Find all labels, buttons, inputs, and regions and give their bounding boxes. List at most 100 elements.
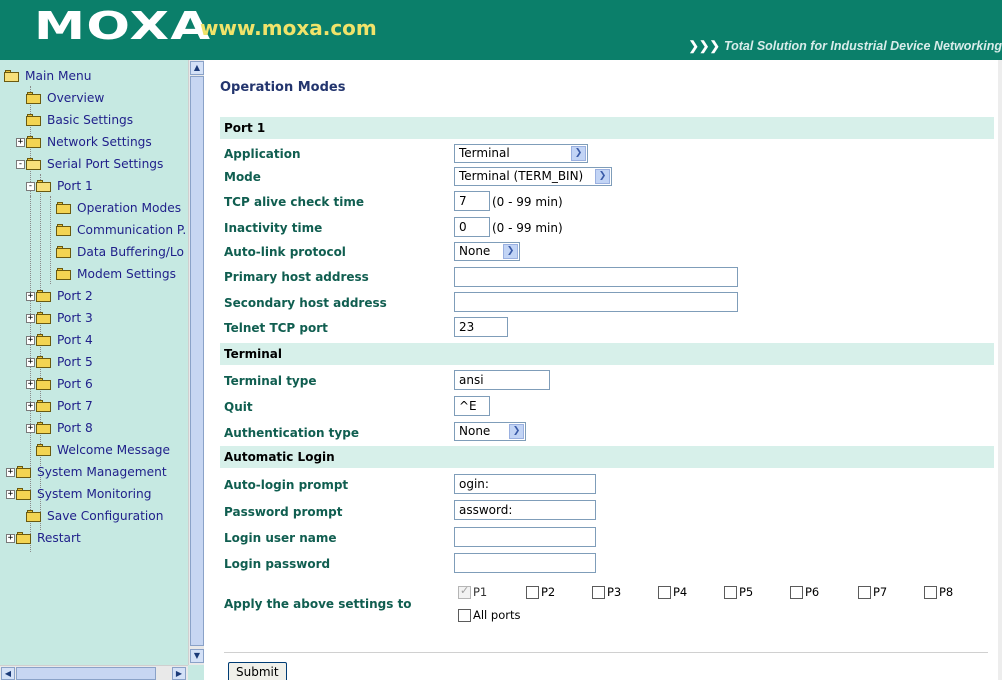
tree-item-label: Port 5 <box>57 355 93 369</box>
expand-plus-icon[interactable]: + <box>26 291 35 301</box>
checkbox-icon[interactable] <box>724 585 737 599</box>
folder-icon <box>56 202 72 214</box>
port-checkbox-p3[interactable]: P3 <box>592 585 621 599</box>
checkbox-icon[interactable] <box>858 585 871 599</box>
tree-item-modem-settings[interactable]: Modem Settings <box>56 264 176 284</box>
tree-item-port-6[interactable]: + Port 6 <box>26 374 93 394</box>
port-checkbox-p7[interactable]: P7 <box>858 585 887 599</box>
section-header-port-1: Port 1 <box>220 117 994 139</box>
inactivity-time-input[interactable]: 0 <box>454 217 490 237</box>
tree-item-restart[interactable]: + Restart <box>6 528 81 548</box>
tree-item-port-5[interactable]: + Port 5 <box>26 352 93 372</box>
expand-plus-icon[interactable]: + <box>6 533 15 543</box>
scrollbar-thumb[interactable] <box>16 667 156 680</box>
mode-select[interactable]: Terminal (TERM_BIN) ❯ <box>454 167 612 186</box>
tree-item-basic-settings[interactable]: Basic Settings <box>26 110 133 130</box>
auto-login-prompt-input[interactable]: ogin: <box>454 474 596 494</box>
tree-item-system-monitoring[interactable]: + System Monitoring <box>6 484 152 504</box>
primary-host-input[interactable] <box>454 267 738 287</box>
expand-plus-icon[interactable]: + <box>26 357 35 367</box>
scroll-right-icon[interactable]: ▶ <box>172 667 186 680</box>
port-checkbox-p1[interactable]: P1 <box>458 584 487 599</box>
primary-host-label: Primary host address <box>224 270 369 284</box>
folder-icon <box>16 532 32 544</box>
tree-item-port-8[interactable]: + Port 8 <box>26 418 93 438</box>
login-password-input[interactable] <box>454 553 596 573</box>
collapse-minus-icon[interactable]: - <box>16 159 25 169</box>
checkbox-icon[interactable] <box>526 585 539 599</box>
expand-plus-icon[interactable]: + <box>26 401 35 411</box>
expand-plus-icon[interactable]: + <box>26 379 35 389</box>
submit-button[interactable]: Submit <box>228 662 287 680</box>
form-divider <box>224 652 988 653</box>
tree-item-main-menu[interactable]: Main Menu <box>4 66 91 86</box>
main-vertical-scrollbar[interactable] <box>998 60 1002 680</box>
terminal-type-input[interactable]: ansi <box>454 370 550 390</box>
application-value: Terminal <box>459 146 510 160</box>
auto-link-select[interactable]: None ❯ <box>454 242 520 261</box>
authentication-type-select[interactable]: None ❯ <box>454 422 526 441</box>
chevron-down-icon: ❯ <box>503 244 518 259</box>
checkbox-icon[interactable] <box>924 585 937 599</box>
inactivity-time-hint: (0 - 99 min) <box>492 221 563 235</box>
checkbox-icon[interactable] <box>790 585 803 599</box>
scroll-up-icon[interactable]: ▲ <box>190 61 204 75</box>
folder-icon <box>56 224 72 236</box>
tree-item-serial-port-settings[interactable]: - Serial Port Settings <box>16 154 163 174</box>
application-select[interactable]: Terminal ❯ <box>454 144 588 163</box>
login-user-name-input[interactable] <box>454 527 596 547</box>
folder-icon <box>56 268 72 280</box>
checkbox-checked-icon[interactable] <box>458 584 471 599</box>
tree-item-label: Restart <box>37 531 81 545</box>
tree-item-network-settings[interactable]: + Network Settings <box>16 132 152 152</box>
expand-plus-icon[interactable]: + <box>26 313 35 323</box>
tree-item-system-management[interactable]: + System Management <box>6 462 167 482</box>
collapse-minus-icon[interactable]: - <box>26 181 35 191</box>
tree-vertical-scrollbar[interactable]: ▲ ▼ <box>188 60 204 665</box>
scrollbar-thumb[interactable] <box>190 76 204 646</box>
inactivity-time-label: Inactivity time <box>224 221 323 235</box>
expand-plus-icon[interactable]: + <box>26 335 35 345</box>
tree-item-label: Serial Port Settings <box>47 157 164 171</box>
tagline-text: Total Solution for Industrial Device Net… <box>723 39 1002 53</box>
all-ports-checkbox[interactable]: All ports <box>458 608 520 622</box>
tree-item-port-7[interactable]: + Port 7 <box>26 396 93 416</box>
tree-item-port-4[interactable]: + Port 4 <box>26 330 93 350</box>
port-checkbox-p8[interactable]: P8 <box>924 585 953 599</box>
expand-plus-icon[interactable]: + <box>16 137 25 147</box>
quit-input[interactable]: ^E <box>454 396 490 416</box>
tree-item-overview[interactable]: Overview <box>26 88 104 108</box>
secondary-host-input[interactable] <box>454 292 738 312</box>
tree-item-port-1[interactable]: - Port 1 <box>26 176 93 196</box>
tree-item-save-configuration[interactable]: Save Configuration <box>26 506 163 526</box>
tree-horizontal-scrollbar[interactable]: ◀ ▶ <box>0 665 188 680</box>
port-checkbox-p2[interactable]: P2 <box>526 585 555 599</box>
page-header: MOXA www.moxa.com ❯❯❯ Total Solution for … <box>0 0 1002 60</box>
expand-plus-icon[interactable]: + <box>6 467 15 477</box>
checkbox-label: P8 <box>939 585 954 599</box>
port-checkbox-p6[interactable]: P6 <box>790 585 819 599</box>
expand-plus-icon[interactable]: + <box>26 423 35 433</box>
checkbox-icon[interactable] <box>658 585 671 599</box>
tree-item-welcome-message[interactable]: Welcome Message <box>36 440 170 460</box>
tree-item-operation-modes[interactable]: Operation Modes <box>56 198 181 218</box>
checkbox-icon[interactable] <box>592 585 605 599</box>
tree-item-communication-parameters[interactable]: Communication P. <box>56 220 186 240</box>
tree-item-data-buffering[interactable]: Data Buffering/Lo <box>56 242 184 262</box>
port-checkbox-p5[interactable]: P5 <box>724 585 753 599</box>
expand-plus-icon[interactable]: + <box>6 489 15 499</box>
open-folder-icon <box>26 158 42 170</box>
folder-icon <box>36 334 52 346</box>
scroll-left-icon[interactable]: ◀ <box>1 667 15 680</box>
site-url: www.moxa.com <box>200 16 377 40</box>
telnet-port-input[interactable]: 23 <box>454 317 508 337</box>
tcp-alive-input[interactable]: 7 <box>454 191 490 211</box>
tree-item-port-3[interactable]: + Port 3 <box>26 308 93 328</box>
password-prompt-input[interactable]: assword: <box>454 500 596 520</box>
folder-icon <box>36 444 52 456</box>
checkbox-icon[interactable] <box>458 608 471 622</box>
port-checkbox-p4[interactable]: P4 <box>658 585 687 599</box>
tree-item-port-2[interactable]: + Port 2 <box>26 286 93 306</box>
chevron-down-icon: ❯ <box>509 424 524 439</box>
scroll-down-icon[interactable]: ▼ <box>190 649 204 663</box>
